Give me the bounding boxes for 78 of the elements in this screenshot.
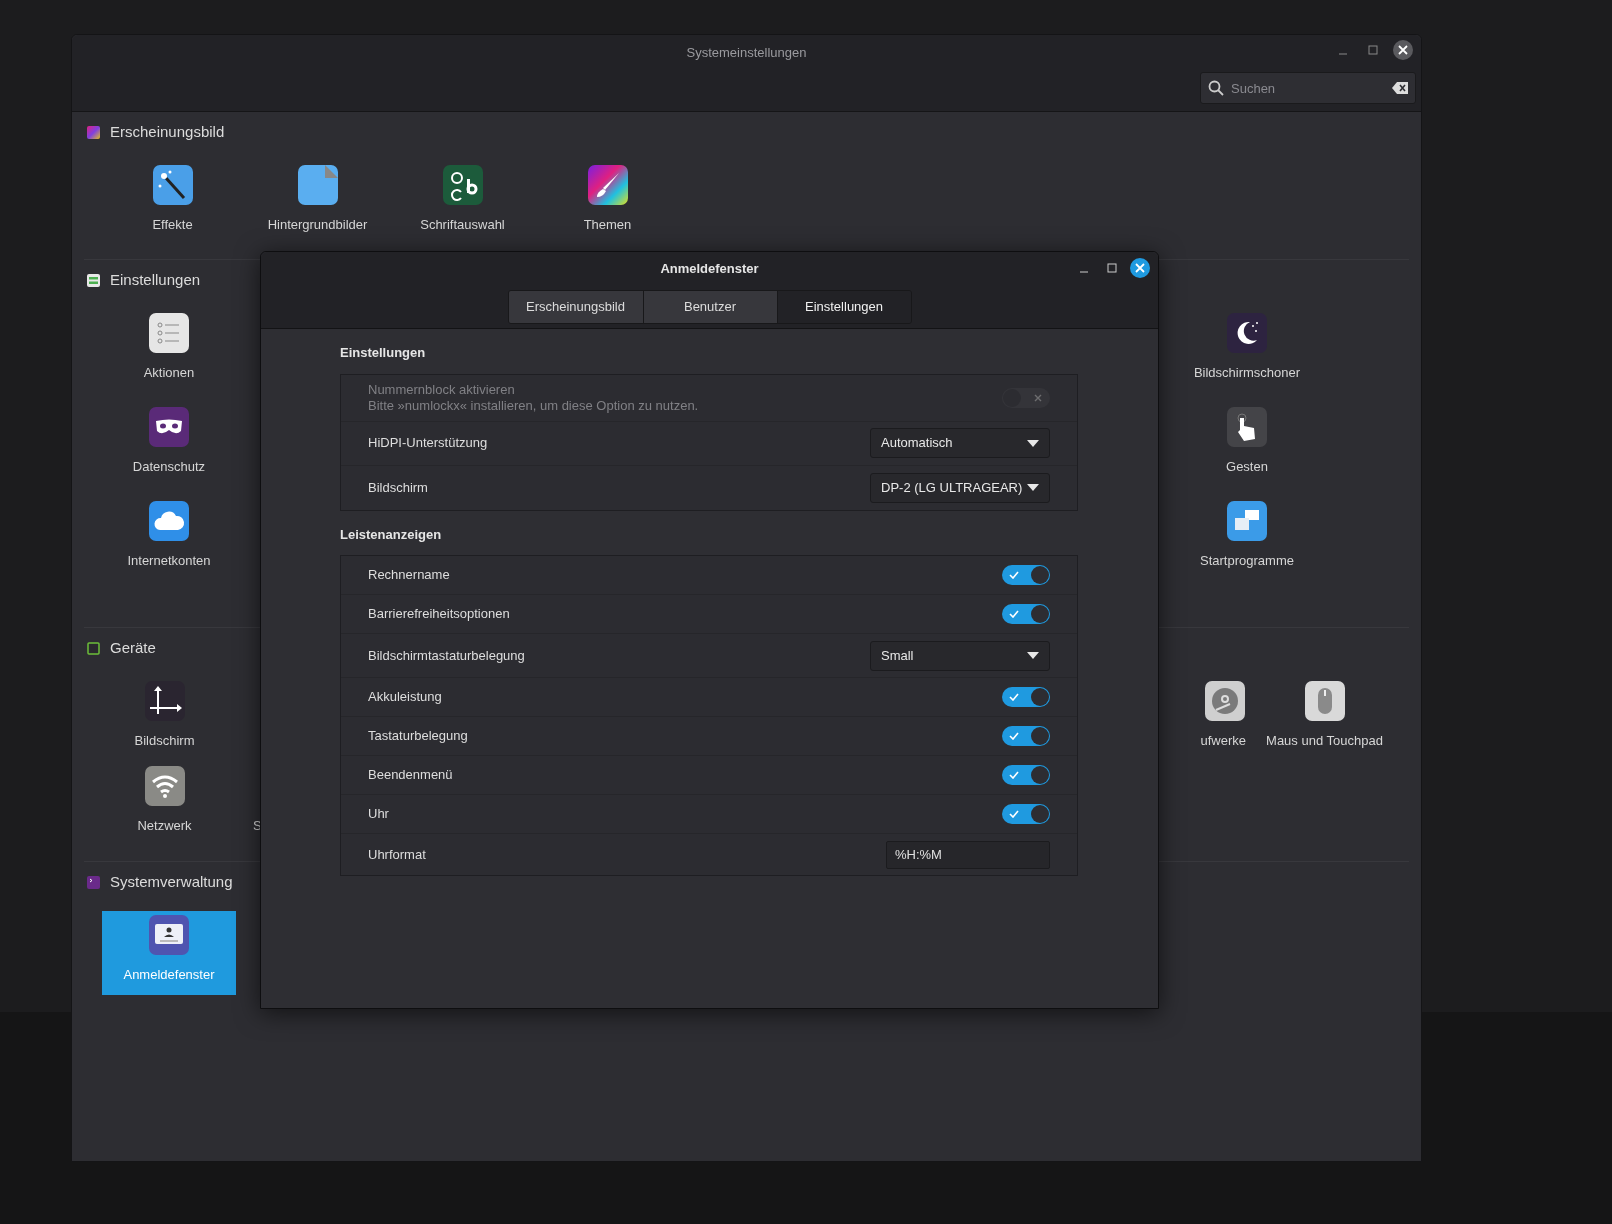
text-field[interactable]: %H:%M [886,840,1050,869]
setting-label: Beendenmenü [368,767,453,783]
group-title: Leistenanzeigen [340,525,443,544]
tab[interactable]: Benutzer [642,291,777,323]
close-icon[interactable] [1130,258,1150,278]
toggle-switch[interactable] [1002,604,1050,624]
hand-pointer-icon [1226,406,1268,448]
section-title: Erscheinungsbild [110,121,225,142]
tab[interactable]: Erscheinungsbild [508,291,643,323]
setting-label: Nummernblock aktivieren [368,381,516,398]
settings-item[interactable]: Datenschutz [92,403,246,487]
search-field[interactable]: Suchen [1200,72,1416,104]
settings-item[interactable]: Aktionen [92,309,246,393]
settings-item[interactable]: Themen [535,161,680,245]
toggle-switch[interactable] [1002,565,1050,585]
check-icon [1009,693,1019,701]
setting-label: Barrierefreiheitsoptionen [368,606,510,622]
window-title: Systemeinstellungen [686,44,807,62]
settings-item[interactable]: Netzwerk [92,762,237,846]
magic-wand-icon [151,164,194,206]
setting-description: Bitte »numlockx« installieren, um diese Option zu nutzen. [368,397,699,414]
dropdown[interactable]: DP-2 (LG ULTRAGEAR) [870,472,1050,503]
setting-label: Tastaturbelegung [368,728,468,744]
windows-icon [1226,500,1268,542]
caret-icon [1027,439,1039,447]
check-icon [1009,571,1019,579]
wifi-icon [143,765,186,807]
setting-label: HiDPI-Unterstützung [368,435,488,451]
setting-label: Uhrformat [368,846,426,863]
setting-label: Bildschirm [368,479,428,496]
caret-icon [1027,484,1039,491]
axes-icon [143,680,186,722]
settings-item[interactable]: Hintergrundbilder [245,161,390,245]
cross-icon [1034,393,1042,402]
palette-icon [87,125,100,139]
paintbrush-icon [586,164,629,206]
section-title: Einstellungen [110,269,201,290]
list-icon [148,312,190,354]
dropdown[interactable]: Small [870,640,1050,671]
dialog-title: Anmeldefenster [660,260,759,278]
section-title: Systemverwaltung [110,871,233,892]
toggle-switch[interactable] [1002,687,1050,707]
toggle-switch[interactable] [1002,804,1050,824]
setting-label: Bildschirmtastaturbelegung [368,647,525,664]
font-icon [441,164,484,206]
check-icon [1009,732,1019,740]
page-icon [296,164,339,206]
check-icon [1009,771,1019,779]
check-icon [1009,810,1019,818]
toggle-switch[interactable] [1002,726,1050,746]
settings-item[interactable]: Effekte [100,161,245,245]
moon-icon [1226,312,1268,354]
setting-label: Uhr [368,806,389,822]
search-icon [1208,80,1224,96]
terminal-icon [87,875,100,889]
setting-label: Rechnername [368,567,450,583]
toggle-switch[interactable] [1002,765,1050,785]
settings-item[interactable]: Bildschirmschoner [1170,309,1324,393]
setting-label: Akkuleistung [368,689,442,705]
settings-item[interactable]: Bildschirm [92,677,237,761]
caret-icon [1027,652,1039,659]
check-icon [1009,610,1019,618]
cloud-icon [148,500,190,542]
mask-icon [148,406,190,448]
toggles-icon [87,273,100,287]
settings-item[interactable]: Gesten [1170,403,1324,487]
settings-item[interactable]: Internetkonten [92,497,246,581]
clear-icon[interactable] [1392,82,1408,94]
group-title: Einstellungen [340,344,427,362]
section-title: Geräte [110,637,156,658]
settings-item[interactable]: Maus und Touchpad [1252,677,1397,761]
settings-item[interactable]: Startprogramme [1170,497,1324,581]
close-icon[interactable] [1393,40,1413,60]
settings-item[interactable]: Schriftauswahl [390,161,535,245]
mouse-icon [1303,680,1346,722]
dropdown[interactable]: Automatisch [870,428,1050,458]
device-icon [87,641,100,655]
login-screen-icon [148,914,190,956]
